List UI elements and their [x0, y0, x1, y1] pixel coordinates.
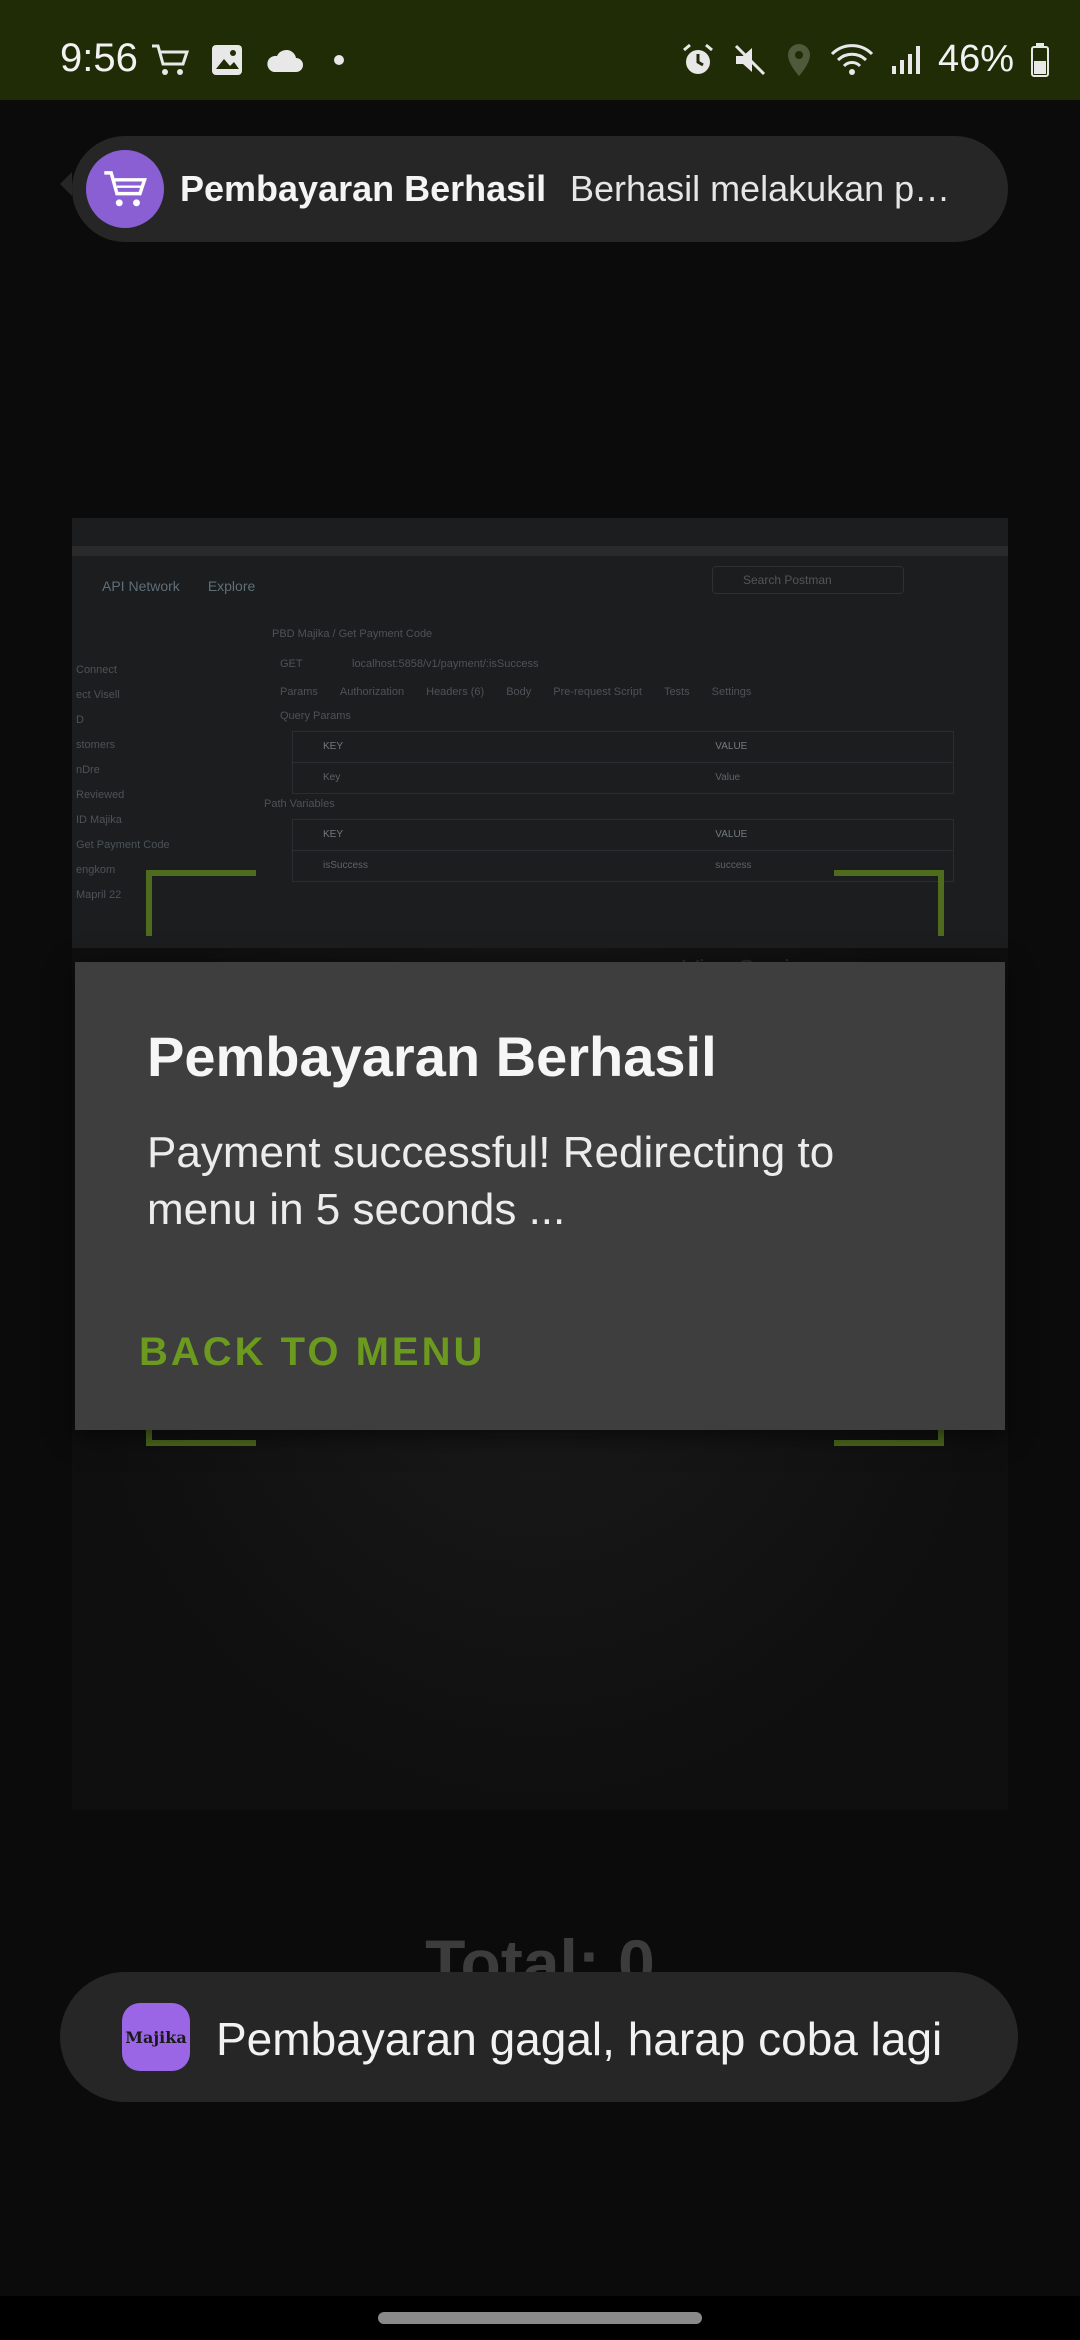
payment-success-dialog: Pembayaran Berhasil Payment successful! … — [75, 962, 1005, 1430]
notification-title: Pembayaran Berhasil — [180, 168, 547, 209]
image-icon — [210, 43, 244, 77]
postman-subtab: Headers (6) — [426, 686, 485, 698]
dot-icon — [324, 50, 354, 70]
postman-sidebar-item: stomers — [76, 739, 116, 751]
dialog-message: Payment successful! Redirecting to menu … — [147, 1128, 835, 1234]
table-cell: Key — [323, 772, 341, 783]
cart-icon — [150, 42, 190, 78]
postman-sidebar-item: ect Visell — [76, 689, 120, 701]
battery-percent: 46% — [937, 38, 1014, 80]
table-header: VALUE — [715, 741, 748, 752]
table-header: KEY — [323, 829, 344, 840]
cloud-icon — [264, 46, 304, 74]
postman-method: GET — [280, 658, 303, 670]
postman-subtab: Body — [506, 686, 532, 698]
back-to-menu-button[interactable]: BACK TO MENU — [139, 1320, 485, 1385]
postman-nav-item: API Network — [102, 578, 180, 594]
postman-subtab: Pre-request Script — [553, 686, 642, 698]
toast-text: Pembayaran gagal, harap coba lagi — [216, 2013, 943, 2065]
table-cell: isSuccess — [323, 860, 369, 871]
status-bar: 9:56 46% — [0, 0, 1080, 100]
dialog-title: Pembayaran Berhasil — [147, 1025, 717, 1088]
postman-query-label: Query Params — [280, 710, 351, 722]
alarm-icon — [680, 42, 716, 78]
scan-frame-corner — [834, 870, 944, 936]
app-icon: Majika — [122, 2003, 190, 2071]
postman-subtabs: Params Authorization Headers (6) Body Pr… — [280, 681, 751, 703]
postman-path-label: Path Variables — [264, 798, 335, 810]
cart-icon — [86, 150, 164, 228]
navigation-bar — [0, 2296, 1080, 2340]
battery-icon — [1030, 42, 1050, 77]
postman-sidebar-item: Reviewed — [76, 789, 125, 801]
postman-subtab: Authorization — [339, 686, 405, 698]
postman-sidebar-item: nDre — [76, 764, 100, 776]
notification-pointer — [60, 172, 72, 196]
postman-subtab: Params — [280, 686, 318, 698]
postman-nav-item: Explore — [207, 578, 256, 594]
postman-sidebar-item: Connect — [76, 664, 117, 676]
postman-breadcrumb: PBD Majika / Get Payment Code — [272, 628, 433, 640]
mute-icon — [732, 42, 768, 78]
postman-sidebar-item: ID Majika — [76, 814, 122, 826]
postman-nav: API Network Explore — [102, 578, 255, 594]
table-header: VALUE — [715, 829, 748, 840]
table-cell: Value — [715, 772, 741, 783]
postman-subtab: Tests — [663, 686, 690, 698]
postman-search: Search Postman — [712, 566, 904, 594]
error-toast: Majika Pembayaran gagal, harap coba lagi — [60, 1972, 1018, 2102]
signal-icon — [890, 44, 922, 76]
postman-url: localhost:5858/v1/payment/:isSuccess — [352, 658, 539, 670]
status-time: 9:56 — [60, 36, 138, 80]
table-header: KEY — [323, 741, 344, 752]
postman-query-table: KEY VALUE Key Value — [292, 731, 954, 794]
postman-subtab: Settings — [711, 686, 752, 698]
scan-frame-corner — [146, 870, 256, 936]
location-icon — [784, 42, 814, 78]
postman-sidebar-item: Get Payment Code — [76, 839, 170, 851]
notification-text: Berhasil melakukan p… — [570, 168, 951, 209]
postman-sidebar-item: D — [76, 714, 84, 726]
wifi-icon — [830, 42, 874, 78]
home-gesture-handle[interactable] — [378, 2312, 702, 2324]
heads-up-notification[interactable]: Pembayaran Berhasil Berhasil melakukan p… — [72, 136, 1008, 242]
